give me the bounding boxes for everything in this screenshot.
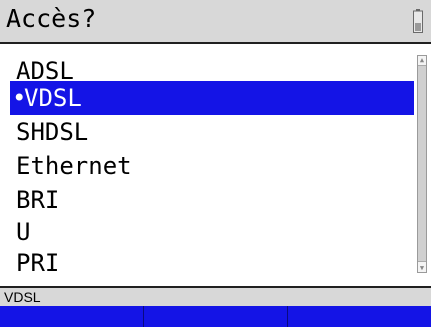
softkey-3[interactable] — [288, 306, 431, 327]
menu-item-vdsl[interactable]: • VDSL — [10, 81, 414, 115]
access-menu-list[interactable]: ADSL • VDSL SHDSL Ethernet BRI U PRI — [0, 44, 431, 277]
menu-item-u[interactable]: U — [10, 215, 414, 249]
softkey-1[interactable] — [0, 306, 144, 327]
menu-item-label: VDSL — [24, 84, 82, 112]
scroll-down-arrow-icon[interactable]: ▼ — [418, 264, 426, 272]
scroll-thumb[interactable] — [418, 65, 426, 262]
menu-item-bri[interactable]: BRI — [10, 183, 414, 217]
battery-icon — [413, 9, 423, 33]
status-bar: VDSL — [0, 286, 431, 306]
title-bar: Accès? — [0, 0, 431, 44]
menu-item-pri[interactable]: PRI — [10, 246, 414, 280]
softkey-bar — [0, 306, 431, 327]
softkey-2[interactable] — [144, 306, 288, 327]
page-title: Accès? — [6, 4, 97, 33]
menu-item-ethernet[interactable]: Ethernet — [10, 149, 414, 183]
status-text: VDSL — [4, 289, 41, 305]
scrollbar[interactable]: ▲ ▼ — [417, 55, 427, 273]
menu-item-shdsl[interactable]: SHDSL — [10, 115, 414, 149]
scroll-up-arrow-icon[interactable]: ▲ — [418, 56, 426, 64]
